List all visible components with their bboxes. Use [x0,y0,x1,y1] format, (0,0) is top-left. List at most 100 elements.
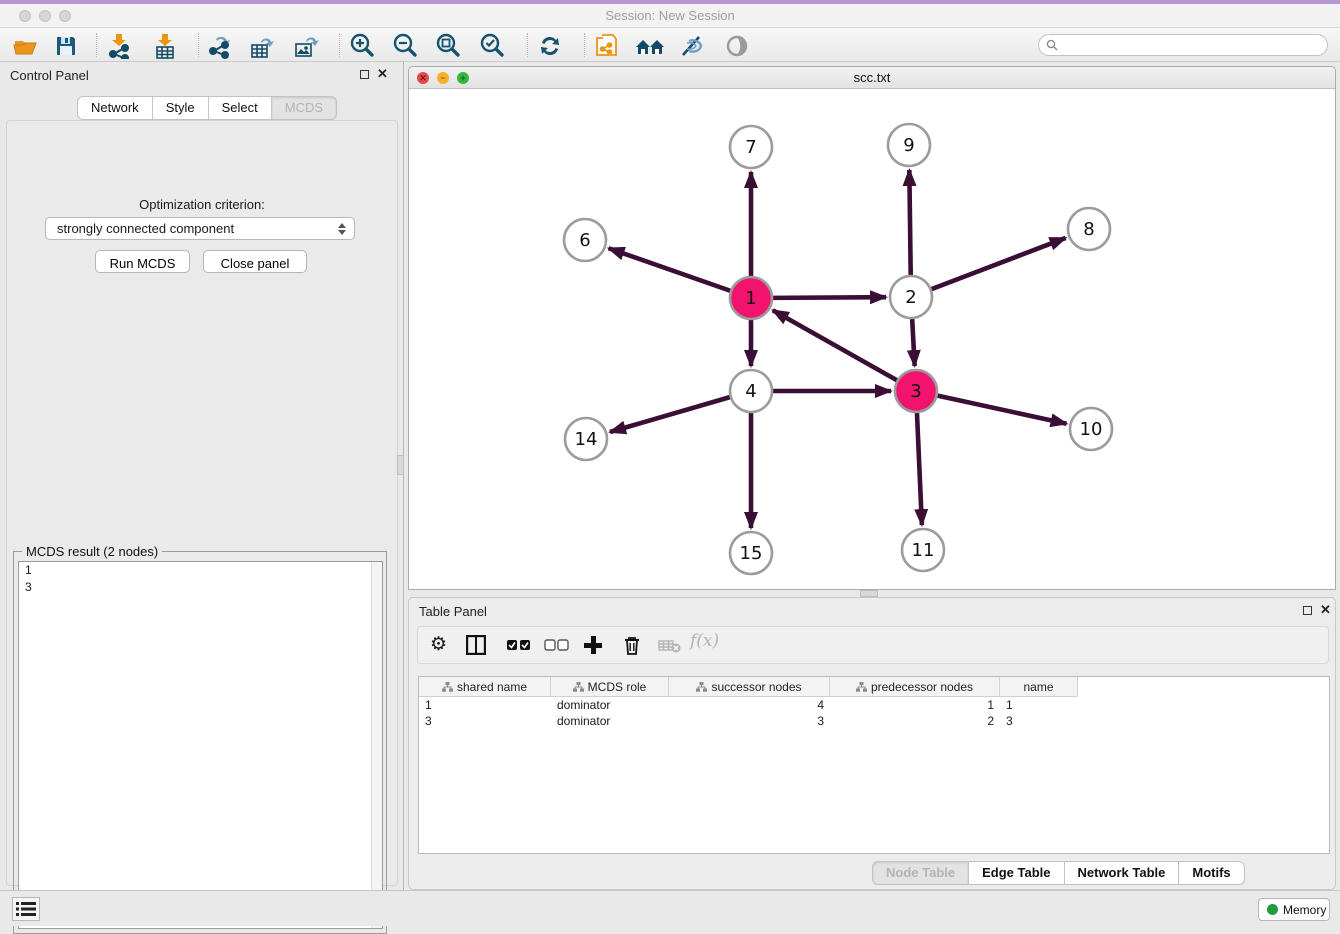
tab-mcds[interactable]: MCDS [271,96,337,120]
result-scrollbar[interactable] [371,562,382,928]
table-panel: Table Panel ✕ ⚙ f(x) shared name MCDS ro… [408,597,1336,890]
toolbar-separator [527,33,528,57]
column-header-name[interactable]: name [1000,677,1078,697]
column-header-mcds-role[interactable]: MCDS role [551,677,669,697]
cell-mcds-role[interactable]: dominator [551,713,669,729]
float-table-panel-icon[interactable] [1303,606,1312,615]
task-history-button[interactable] [12,897,40,921]
close-table-panel-icon[interactable]: ✕ [1320,602,1331,618]
attribute-icon [696,682,707,692]
network-canvas[interactable]: 1234678910111415 [409,89,1335,589]
cell-name[interactable]: 3 [1000,713,1078,729]
import-network-icon[interactable] [106,33,132,59]
column-header-shared-name[interactable]: shared name [419,677,551,697]
edge-1-2[interactable] [773,297,886,298]
copy-network-icon[interactable] [594,33,620,59]
search-field[interactable] [1038,34,1328,56]
add-column-icon[interactable] [583,635,603,658]
optimization-criterion-label: Optimization criterion: [7,197,397,212]
node-label: 1 [745,288,756,309]
toolbar-separator [198,33,199,57]
tab-network[interactable]: Network [77,96,153,120]
main-toolbar [0,28,1340,62]
edge-1-6[interactable] [609,248,731,290]
dropdown-stepper-icon [337,221,347,237]
zoom-fit-icon[interactable] [435,33,461,59]
criterion-dropdown[interactable]: strongly connected component [45,217,355,240]
column-header-successor-nodes[interactable]: successor nodes [669,677,830,697]
network-window-titlebar[interactable]: ✕ − + scc.txt [409,67,1335,89]
home-view-icon[interactable] [634,33,668,59]
cell-shared-name[interactable]: 3 [419,713,551,729]
mcds-result-list[interactable]: 1 3 [18,561,383,929]
node-label: 2 [905,287,916,308]
tab-motifs[interactable]: Motifs [1178,861,1244,885]
float-panel-icon[interactable] [360,70,369,79]
edge-3-10[interactable] [937,396,1066,424]
edge-2-9[interactable] [909,170,910,275]
show-graphics-details-icon[interactable] [724,33,750,59]
deselect-all-checkboxes-icon[interactable] [544,635,570,658]
settings-gear-icon[interactable]: ⚙ [430,635,447,655]
close-panel-icon[interactable]: ✕ [377,66,388,82]
attribute-icon [856,682,867,692]
zoom-in-icon[interactable] [349,33,375,59]
open-session-icon[interactable] [12,33,38,59]
node-label: 9 [903,135,914,156]
zoom-out-icon[interactable] [392,33,418,59]
application-window: Session: New Session [0,0,1340,926]
hide-style-icon[interactable] [679,33,705,59]
tab-edge-table[interactable]: Edge Table [968,861,1064,885]
cell-predecessor-nodes[interactable]: 2 [830,713,1000,729]
select-all-checkboxes-icon[interactable] [506,635,532,658]
tab-network-table[interactable]: Network Table [1064,861,1180,885]
table-row[interactable]: 1 dominator 4 1 1 [419,697,1329,713]
column-header-predecessor-nodes[interactable]: predecessor nodes [830,677,1000,697]
tab-style[interactable]: Style [152,96,209,120]
edge-4-14[interactable] [610,397,730,432]
edge-3-1[interactable] [773,310,897,380]
edge-3-11[interactable] [917,413,922,525]
memory-button[interactable]: Memory [1258,898,1330,921]
network-view-window: ✕ − + scc.txt 1234678910111415 [408,66,1336,590]
search-input[interactable] [1063,36,1321,54]
search-icon [1046,39,1058,51]
horizontal-splitter-handle[interactable] [860,590,878,597]
column-layout-icon[interactable] [466,635,486,658]
result-item[interactable]: 3 [19,579,382,596]
table-row[interactable]: 3 dominator 3 2 3 [419,713,1329,729]
network-window-title: scc.txt [409,70,1335,85]
export-image-icon[interactable] [293,33,319,59]
refresh-layout-icon[interactable] [537,33,563,59]
node-label: 11 [912,540,935,561]
cell-name[interactable]: 1 [1000,697,1078,713]
edge-2-8[interactable] [932,238,1066,289]
close-panel-button[interactable]: Close panel [203,250,307,273]
cell-mcds-role[interactable]: dominator [551,697,669,713]
zoom-selected-icon[interactable] [479,33,505,59]
toolbar-separator [339,33,340,57]
node-table: shared name MCDS role successor nodes pr… [418,676,1330,854]
export-table-icon[interactable] [249,33,275,59]
node-label: 15 [740,543,763,564]
result-item[interactable]: 1 [19,562,382,579]
node-label: 6 [579,230,590,251]
panel-splitter-handle[interactable] [397,455,404,475]
cell-shared-name[interactable]: 1 [419,697,551,713]
cell-predecessor-nodes[interactable]: 1 [830,697,1000,713]
tab-node-table[interactable]: Node Table [872,861,969,885]
export-network-icon[interactable] [206,33,232,59]
cell-successor-nodes[interactable]: 4 [669,697,830,713]
run-mcds-button[interactable]: Run MCDS [95,250,190,273]
save-session-icon[interactable] [53,33,79,59]
table-panel-header: Table Panel ✕ [409,598,1335,624]
main-titlebar: Session: New Session [0,4,1340,28]
import-table-icon[interactable] [152,33,178,59]
node-label: 7 [745,137,756,158]
cell-successor-nodes[interactable]: 3 [669,713,830,729]
delete-column-icon[interactable] [622,635,642,658]
tab-select[interactable]: Select [208,96,272,120]
control-panel-header: Control Panel ✕ [0,62,403,88]
edge-2-3[interactable] [912,319,915,366]
criterion-value: strongly connected component [57,221,234,236]
